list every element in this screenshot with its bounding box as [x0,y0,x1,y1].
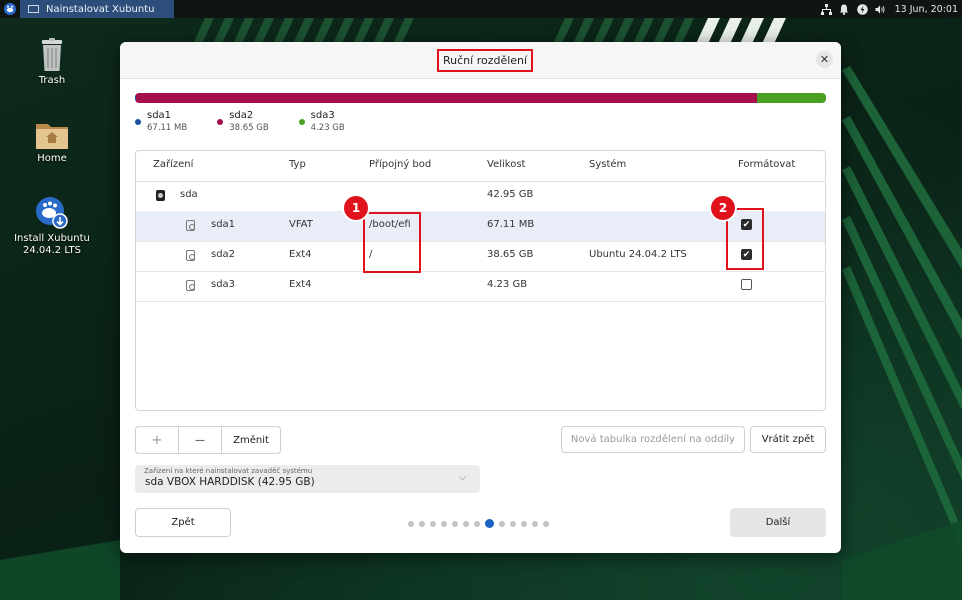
legend-item-sda1: sda1 67.11 MB [135,110,187,134]
legend-dot [217,119,224,125]
legend-item-sda2: sda2 38.65 GB [217,110,269,134]
change-partition-button[interactable]: Změnit [222,427,280,453]
chevron-down-icon: ⌵ [459,473,466,483]
desktop-icon-label: Install Xubuntu 24.04.2 LTS [14,233,90,256]
bell-icon[interactable] [839,4,850,15]
taskbar-window-button[interactable]: Nainstalovat Xubuntu [20,0,174,18]
desktop-icon-install-xubuntu[interactable]: Install Xubuntu 24.04.2 LTS [7,196,97,257]
step-dot [441,520,447,527]
legend-name: sda1 [147,110,172,121]
legend-name: sda3 [310,110,335,121]
step-dot [532,520,538,527]
volume-icon[interactable] [875,4,886,15]
usage-legend: sda1 67.11 MB sda2 38.65 GB sda3 4.23 GB [135,110,345,134]
installer-icon [36,197,68,229]
dialog-titlebar: Ruční rozdělení ✕ [120,42,841,79]
step-indicator [408,519,549,528]
desktop-icon-label: Home [37,153,67,164]
cell-device: sda [180,189,198,200]
step-dot [452,520,458,527]
clock[interactable]: 13 Jun, 20:01 [895,4,958,15]
cell-type: Ext4 [289,279,312,290]
cell-device: sda3 [211,279,236,290]
cell-size: 38.65 GB [487,249,534,260]
system-tray: 13 Jun, 20:01 [820,0,958,18]
partition-table: Zařízení Typ Přípojný bod Velikost Systé… [135,150,826,411]
trash-icon [42,38,62,71]
revert-button[interactable]: Vrátit zpět [750,426,826,453]
close-icon[interactable]: ✕ [816,51,833,68]
usage-segment-sda3 [756,93,826,103]
legend-size: 67.11 MB [147,123,188,133]
step-dot [463,520,469,527]
legend-size: 4.23 GB [310,123,345,133]
desktop-icon-label: Trash [38,75,66,86]
window-icon [28,5,39,13]
table-header: Zařízení Typ Přípojný bod Velikost Systé… [136,151,825,182]
add-partition-button[interactable]: + [136,427,179,453]
back-button[interactable]: Zpět [135,508,231,537]
cell-size: 67.11 MB [487,219,535,230]
annotation-box-mount [363,212,421,273]
legend-dot [135,119,141,125]
col-header-system[interactable]: Systém [589,159,626,170]
step-dot [510,520,516,527]
step-dot [474,520,480,527]
step-dot [543,520,549,527]
step-dot [499,520,505,527]
legend-dot [298,119,305,125]
legend-item-sda3: sda3 4.23 GB [298,110,345,134]
partition-icon [186,250,195,261]
col-header-size[interactable]: Velikost [487,159,525,170]
bootloader-device-select[interactable]: Zařízení na které nainstalovat zavaděč s… [135,465,480,493]
table-row-sda3[interactable]: sda3 Ext4 4.23 GB [136,271,825,302]
legend-name: sda2 [229,110,254,121]
xubuntu-menu-icon[interactable] [4,3,16,15]
cell-device: sda2 [211,249,236,260]
col-header-type[interactable]: Typ [289,159,306,170]
step-dot-active [485,519,494,528]
step-dot [521,520,527,527]
legend-size: 38.65 GB [229,123,269,133]
table-row-sda2[interactable]: sda2 Ext4 / 38.65 GB Ubuntu 24.04.2 LTS … [136,241,825,272]
cell-device: sda1 [211,219,236,230]
annotation-badge-2: 2 [711,196,735,220]
home-folder-icon [36,124,68,149]
power-icon[interactable] [856,3,868,15]
format-checkbox-sda3[interactable] [741,279,752,290]
cell-type: Ext4 [289,249,312,260]
col-header-format[interactable]: Formátovat [738,159,795,170]
network-icon[interactable] [820,3,832,15]
installer-dialog: Ruční rozdělení ✕ sda1 67.11 MB sda2 38.… [120,42,841,553]
col-header-mount[interactable]: Přípojný bod [369,159,431,170]
annotation-box-format [726,208,764,270]
partition-icon [186,280,195,291]
remove-partition-button[interactable]: — [179,427,222,453]
partition-toolbar: + — Změnit [135,426,281,454]
top-panel: Nainstalovat Xubuntu 13 Jun, 20:01 [0,0,962,18]
col-header-device[interactable]: Zařízení [153,159,193,170]
annotation-badge-1: 1 [344,196,368,220]
step-dot [430,520,436,527]
step-dot [408,520,414,527]
cell-system: Ubuntu 24.04.2 LTS [589,249,687,260]
new-partition-table-button[interactable]: Nová tabulka rozdělení na oddíly [561,426,745,453]
usage-segment-sda2 [136,93,757,103]
bootloader-caption: Zařízení na které nainstalovat zavaděč s… [144,467,313,475]
taskbar-window-title: Nainstalovat Xubuntu [46,3,155,15]
disk-usage-bar [135,93,826,103]
step-dot [419,520,425,527]
disk-icon [156,190,165,201]
cell-size: 4.23 GB [487,279,528,290]
cell-type: VFAT [289,219,313,230]
next-button[interactable]: Další [730,508,826,537]
dialog-title: Ruční rozdělení [437,49,534,72]
desktop-icon-home[interactable]: Home [7,120,97,165]
partition-icon [186,220,195,231]
desktop-background: Nainstalovat Xubuntu 13 Jun, 20:01 Trash… [0,0,962,600]
bootloader-value: sda VBOX HARDDISK (42.95 GB) [145,476,315,488]
desktop-icon-trash[interactable]: Trash [7,38,97,87]
cell-size: 42.95 GB [487,189,534,200]
